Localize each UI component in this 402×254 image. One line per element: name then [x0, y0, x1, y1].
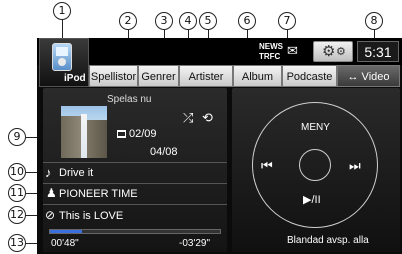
- tab-albums[interactable]: Album: [233, 65, 282, 87]
- callout-1: 1: [53, 2, 71, 20]
- broadcast-icon: ✉: [287, 43, 298, 58]
- ipod-source-button[interactable]: iPod: [39, 38, 89, 87]
- clock: 5:31: [357, 41, 399, 62]
- play-pause-button[interactable]: ▶/II: [303, 193, 321, 206]
- repeat-icon: ⟲: [202, 110, 213, 125]
- elapsed-time: 00'48": [51, 238, 79, 249]
- shuffle-all-button[interactable]: Blandad avsp. alla: [287, 235, 369, 246]
- callout-7: 7: [278, 12, 296, 30]
- now-playing-title: Spelas nu: [107, 94, 152, 105]
- tab-genres[interactable]: Genrer: [138, 65, 179, 87]
- callout-10: 10: [8, 163, 26, 181]
- callout-4: 4: [179, 12, 197, 30]
- top-bar: iPod NEWS TRFC ✉ ⚙ ⚙ 5:31: [37, 38, 402, 87]
- callout-5: 5: [199, 12, 217, 30]
- news-indicator: NEWS TRFC ✉: [255, 40, 309, 62]
- progress-fill: [50, 230, 83, 233]
- callout-12: 12: [8, 206, 26, 224]
- album-name: This is LOVE: [59, 210, 124, 222]
- callout-8: 8: [365, 12, 383, 30]
- divider: [43, 204, 227, 205]
- menu-button[interactable]: MENY: [301, 122, 330, 133]
- tab-playlists[interactable]: Spellistor: [89, 65, 138, 87]
- tab-video[interactable]: ↔ Video: [337, 65, 400, 87]
- divider: [43, 183, 227, 184]
- ipod-device-icon: [52, 43, 72, 71]
- callout-9: 9: [8, 128, 26, 146]
- track-index-icon: [117, 130, 126, 138]
- callout-3: 3: [155, 12, 173, 30]
- gear-icon: ⚙: [322, 43, 336, 60]
- callout-2: 2: [119, 12, 137, 30]
- tab-artists[interactable]: Artister: [179, 65, 233, 87]
- callout-13: 13: [8, 234, 26, 252]
- callout-6: 6: [238, 12, 256, 30]
- progress-bar[interactable]: [49, 229, 221, 234]
- center-button[interactable]: [299, 149, 331, 181]
- artist-name: PIONEER TIME: [59, 188, 138, 200]
- trfc-label: TRFC: [259, 52, 281, 61]
- source-label: iPod: [64, 73, 86, 84]
- callout-11: 11: [8, 184, 26, 202]
- shuffle-icon: ⤮: [183, 110, 194, 125]
- artwork-cliff-right: [87, 120, 107, 158]
- song-icon: ♪: [45, 165, 52, 180]
- remaining-time: -03'29": [179, 238, 211, 249]
- gear-small-icon: ⚙: [336, 46, 346, 58]
- album-artwork: [61, 106, 107, 158]
- prev-track-icon[interactable]: ⏮: [261, 158, 273, 174]
- artist-icon: ♟: [46, 186, 57, 200]
- next-track-icon[interactable]: ⏭: [349, 158, 361, 174]
- song-title: Drive it: [59, 167, 94, 179]
- album-icon: ⊘: [45, 208, 56, 222]
- artwork-cliff: [61, 116, 81, 158]
- device-screen: iPod NEWS TRFC ✉ ⚙ ⚙ 5:31 Spellistor Gen…: [37, 38, 402, 254]
- album-index: 04/08: [150, 146, 178, 158]
- settings-button[interactable]: ⚙ ⚙: [313, 41, 353, 62]
- divider: [43, 162, 227, 163]
- tab-podcasts[interactable]: Podcaste: [282, 65, 337, 87]
- track-index: 02/09: [129, 128, 157, 140]
- news-label: NEWS: [259, 42, 283, 51]
